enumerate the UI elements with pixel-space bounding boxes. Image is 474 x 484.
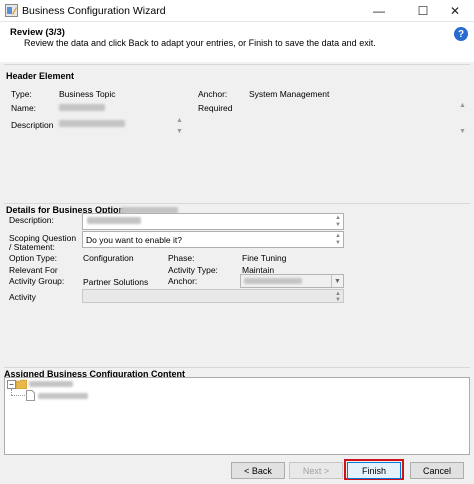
close-button[interactable]: ✕ bbox=[442, 2, 468, 20]
scoping-label-line2: / Statement: bbox=[9, 242, 55, 252]
name-label: Name: bbox=[11, 103, 37, 113]
anchor-combo-value-redacted bbox=[244, 278, 302, 284]
next-button: Next > bbox=[289, 462, 343, 479]
description-value-redacted bbox=[59, 120, 125, 127]
activity-type-label: Activity Type: bbox=[168, 265, 218, 275]
wizard-app-icon bbox=[5, 4, 18, 17]
back-button[interactable]: < Back bbox=[231, 462, 285, 479]
window-title: Business Configuration Wizard bbox=[22, 5, 166, 17]
scoping-scrollbar[interactable]: ▲ ▼ bbox=[333, 232, 343, 247]
minimize-button[interactable]: — bbox=[366, 2, 392, 20]
header-element-title: Header Element bbox=[6, 71, 75, 81]
cancel-button[interactable]: Cancel bbox=[410, 462, 464, 479]
anchor-combo[interactable]: ▼ bbox=[240, 274, 344, 288]
option-type-value: Configuration bbox=[83, 253, 134, 263]
scroll-up-icon[interactable]: ▲ bbox=[335, 215, 341, 221]
scroll-down-icon[interactable]: ▼ bbox=[335, 222, 341, 228]
relevant-for-label: Relevant For bbox=[9, 265, 58, 275]
step-description: Review the data and click Back to adapt … bbox=[24, 38, 376, 48]
tree-child-label-redacted[interactable] bbox=[38, 393, 88, 399]
activity-field: ▲ ▼ bbox=[82, 289, 344, 303]
tree-root-label-redacted[interactable] bbox=[29, 381, 73, 387]
folder-icon bbox=[16, 379, 27, 389]
details-description-box[interactable]: ▲ ▼ bbox=[82, 213, 344, 230]
required-scroll-down-icon[interactable]: ▼ bbox=[459, 128, 466, 135]
type-label: Type: bbox=[11, 89, 32, 99]
details-description-label: Description: bbox=[9, 215, 54, 225]
details-description-redacted bbox=[87, 217, 141, 224]
header-divider bbox=[4, 64, 470, 65]
description-scroll-down-icon[interactable]: ▼ bbox=[176, 128, 183, 135]
maximize-button[interactable]: ☐ bbox=[410, 2, 436, 20]
scoping-question-box[interactable]: Do you want to enable it? ▲ ▼ bbox=[82, 231, 344, 248]
activity-group-label: Activity Group: bbox=[9, 276, 65, 286]
document-icon bbox=[26, 390, 35, 401]
activity-scrollbar: ▲ ▼ bbox=[333, 290, 343, 303]
scroll-up-icon[interactable]: ▲ bbox=[335, 233, 341, 239]
description-scroll-up-icon[interactable]: ▲ bbox=[176, 117, 183, 124]
details-anchor-label: Anchor: bbox=[168, 276, 198, 286]
finish-button[interactable]: Finish bbox=[347, 462, 401, 479]
assigned-content-tree[interactable] bbox=[4, 377, 470, 455]
anchor-combo-arrow-icon[interactable]: ▼ bbox=[331, 275, 343, 287]
anchor-label: Anchor: bbox=[198, 89, 228, 99]
activity-group-value: Partner Solutions bbox=[83, 277, 149, 287]
scoping-question-value: Do you want to enable it? bbox=[86, 235, 182, 245]
required-scroll-up-icon[interactable]: ▲ bbox=[459, 102, 466, 109]
activity-label: Activity bbox=[9, 292, 36, 302]
tree-collapse-toggle[interactable]: − bbox=[7, 380, 16, 389]
details-divider bbox=[4, 203, 470, 204]
details-description-scrollbar[interactable]: ▲ ▼ bbox=[333, 214, 343, 229]
step-title: Review (3/3) bbox=[10, 27, 65, 38]
scroll-down-icon[interactable]: ▼ bbox=[335, 240, 341, 246]
assigned-divider bbox=[4, 367, 470, 368]
description-label: Description bbox=[11, 120, 54, 130]
scroll-down-icon: ▼ bbox=[335, 297, 341, 303]
anchor-value: System Management bbox=[249, 89, 330, 99]
phase-value: Fine Tuning bbox=[242, 253, 287, 263]
type-value: Business Topic bbox=[59, 89, 116, 99]
required-label: Required bbox=[198, 103, 233, 113]
phase-label: Phase: bbox=[168, 253, 195, 263]
option-type-label: Option Type: bbox=[9, 253, 58, 263]
name-value-redacted bbox=[59, 104, 105, 111]
help-icon[interactable]: ? bbox=[454, 27, 468, 41]
tree-connector-h bbox=[11, 395, 25, 396]
